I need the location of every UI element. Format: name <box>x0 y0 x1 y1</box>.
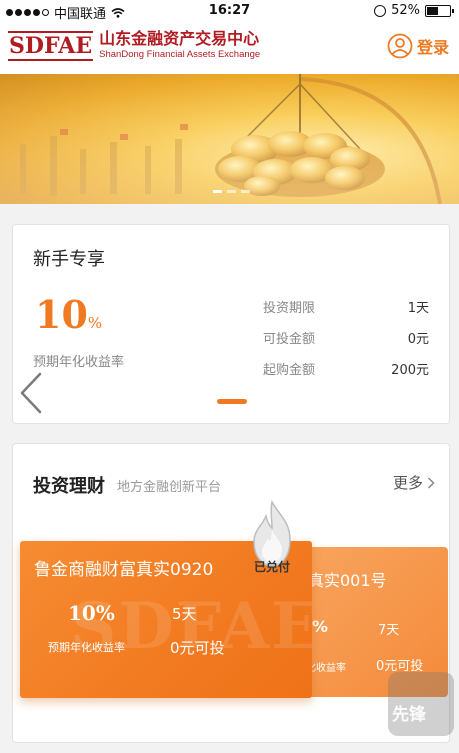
more-label: 更多 <box>392 474 423 492</box>
newbie-card[interactable]: 新手专享 10% 预期年化收益率 投资期限 1天 可投金额 0元 起购金额 20… <box>12 224 450 424</box>
product-rate-label: 化收益率 <box>306 663 346 674</box>
info-row-min: 起购金额 200元 <box>263 359 429 378</box>
newbie-pager-indicator <box>217 399 247 404</box>
cashed-status-badge: 已兑付 <box>253 560 290 574</box>
info-label: 起购金额 <box>263 363 316 378</box>
carousel-dot[interactable] <box>213 190 222 193</box>
product-term: 5天 <box>172 605 197 623</box>
battery-icon <box>425 4 454 17</box>
banner-carousel[interactable] <box>0 74 459 204</box>
info-row-term: 投资期限 1天 <box>263 297 429 316</box>
chevron-right-icon <box>427 476 435 489</box>
rotation-lock-icon <box>374 4 387 17</box>
product-rate-label: 预期年化收益率 <box>48 641 125 654</box>
battery-percent: 52% <box>391 3 420 18</box>
chevron-left-icon[interactable] <box>14 370 50 416</box>
logo-mark: SDFAE <box>8 31 94 61</box>
info-label: 可投金额 <box>263 332 316 347</box>
logo-text: 山东金融资产交易中心 ShanDong Financial Assets Exc… <box>99 30 260 62</box>
info-value: 1天 <box>407 301 429 316</box>
product-name: 鲁金商融财富真实0920 <box>34 560 214 580</box>
newbie-rate-unit: % <box>87 314 103 332</box>
newbie-rate-value: 10 <box>35 292 88 337</box>
watermark-text: 先锋 <box>392 705 426 725</box>
more-link[interactable]: 更多 <box>393 472 435 493</box>
carousel-indicators <box>213 190 250 193</box>
invest-subtitle: 地方金融创新平台 <box>117 480 222 495</box>
info-label: 投资期限 <box>263 301 316 316</box>
product-name: 真实001号 <box>308 571 387 590</box>
newbie-rate-label: 预期年化收益率 <box>33 355 125 370</box>
brand-logo[interactable]: SDFAE 山东金融资产交易中心 ShanDong Financial Asse… <box>8 30 260 62</box>
newbie-title: 新手专享 <box>33 249 105 270</box>
product-rate: % <box>312 617 329 636</box>
status-right: 52% <box>374 3 454 18</box>
newbie-rate: 10% <box>35 295 102 343</box>
logo-cn: 山东金融资产交易中心 <box>99 29 260 48</box>
login-button[interactable]: 登录 <box>387 33 449 59</box>
info-row-available: 可投金额 0元 <box>263 328 429 347</box>
info-value: 0元 <box>407 332 429 347</box>
invest-title: 投资理财 <box>33 476 105 497</box>
status-bar: 中国联通 16:27 52% <box>0 0 459 22</box>
app-header: SDFAE 山东金融资产交易中心 ShanDong Financial Asse… <box>0 22 459 74</box>
user-icon <box>387 33 413 59</box>
carousel-dot[interactable] <box>241 190 250 193</box>
product-rate: 10% <box>68 601 115 625</box>
logo-en: ShanDong Financial Assets Exchange <box>99 49 261 60</box>
login-label: 登录 <box>416 38 449 57</box>
info-value: 200元 <box>391 363 429 378</box>
product-available: 0元可投 <box>170 639 225 657</box>
carousel-dot[interactable] <box>227 190 236 193</box>
product-term: 7天 <box>378 623 400 638</box>
